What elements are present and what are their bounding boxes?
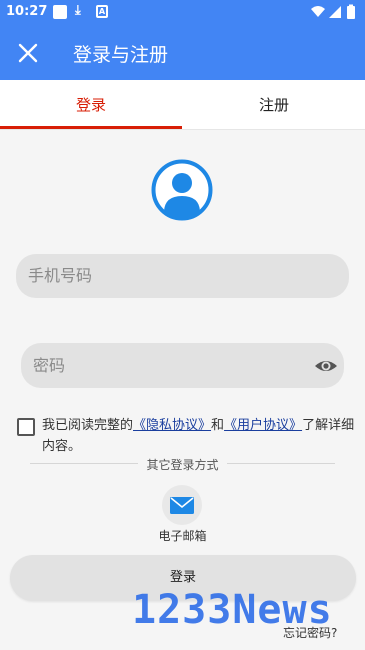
- notification-square-icon: [53, 5, 67, 19]
- wifi-icon: [311, 6, 325, 17]
- show-password-eye-icon[interactable]: [314, 355, 338, 377]
- user-avatar-icon: [151, 159, 213, 221]
- phone-number-input[interactable]: 手机号码: [16, 254, 349, 298]
- adb-icon: A: [96, 5, 108, 18]
- system-icons: [311, 4, 355, 19]
- status-bar: 10:27 ⤓ A: [0, 0, 365, 25]
- other-login-label: 其它登录方式: [0, 456, 365, 473]
- tab-bar: 登录 注册: [0, 80, 365, 130]
- agreement-checkbox[interactable]: [17, 418, 35, 436]
- battery-icon: [347, 6, 355, 19]
- tab-register[interactable]: 注册: [183, 80, 365, 130]
- tab-login[interactable]: 登录: [0, 80, 182, 130]
- user-agreement-link[interactable]: 《用户协议》: [224, 418, 302, 433]
- close-icon[interactable]: [16, 41, 40, 65]
- agreement-prefix: 我已阅读完整的: [42, 418, 134, 433]
- status-time: 10:27: [6, 4, 48, 19]
- email-icon: [170, 497, 194, 514]
- signal-icon: [329, 6, 341, 18]
- privacy-policy-link[interactable]: 《隐私协议》: [133, 418, 211, 433]
- page-title: 登录与注册: [73, 44, 169, 66]
- tab-active-indicator: [0, 126, 182, 129]
- agreement-text: 我已阅读完整的《隐私协议》和《用户协议》了解详细内容。: [42, 415, 362, 457]
- download-icon: ⤓: [75, 3, 81, 18]
- forgot-password-link[interactable]: 忘记密码?: [283, 624, 337, 641]
- agreement-middle: 和: [211, 418, 225, 433]
- email-login-label: 电子邮箱: [158, 529, 207, 543]
- password-input[interactable]: 密码: [21, 343, 344, 388]
- app-bar: 登录与注册: [0, 25, 365, 80]
